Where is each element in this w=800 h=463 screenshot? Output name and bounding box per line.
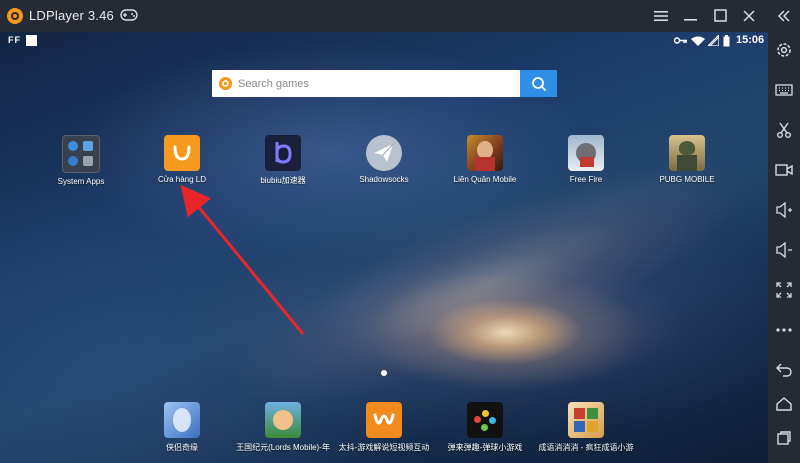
record-video-icon: [775, 164, 793, 176]
more-icon: [776, 328, 792, 332]
close-button[interactable]: [739, 6, 759, 26]
screenshot-button[interactable]: [774, 120, 794, 140]
fullscreen-icon: [776, 282, 792, 298]
recent-apps-button[interactable]: [774, 428, 794, 448]
ldplayer-logo-icon: [7, 8, 23, 24]
android-screen: FF 15:06 System Apps: [0, 32, 768, 463]
minimize-icon: [684, 19, 697, 21]
settings-button[interactable]: [774, 40, 794, 60]
right-toolbar: [768, 0, 800, 463]
collapse-sidebar-button[interactable]: [774, 6, 794, 26]
settings-icon: [777, 43, 791, 57]
volume-down-icon: [776, 242, 792, 258]
title-bar: LDPlayer 3.46: [0, 0, 800, 32]
keyboard-button[interactable]: [774, 80, 794, 100]
close-icon: [743, 10, 755, 22]
scissors-icon: [777, 122, 791, 138]
home-button[interactable]: [774, 394, 794, 414]
back-button[interactable]: [774, 360, 794, 380]
more-button[interactable]: [774, 320, 794, 340]
annotation-arrow: [180, 184, 305, 335]
keyboard-icon: [775, 84, 793, 96]
menu-button[interactable]: [651, 6, 671, 26]
maximize-icon: [714, 9, 727, 22]
minimize-button[interactable]: [681, 6, 701, 26]
ldplayer-window: LDPlayer 3.46 FF 15:06 Search games Syst…: [0, 0, 800, 463]
volume-down-button[interactable]: [774, 240, 794, 260]
volume-up-icon: [776, 202, 792, 218]
menu-icon: [654, 11, 668, 21]
volume-up-button[interactable]: [774, 200, 794, 220]
home-icon: [776, 397, 792, 411]
record-video-button[interactable]: [774, 160, 794, 180]
collapse-sidebar-icon: [777, 10, 790, 22]
fullscreen-button[interactable]: [774, 280, 794, 300]
back-icon: [776, 363, 792, 377]
maximize-button[interactable]: [711, 6, 731, 26]
recent-apps-icon: [777, 431, 791, 445]
window-title: LDPlayer 3.46: [29, 8, 114, 23]
gamepad-icon[interactable]: [120, 8, 138, 22]
